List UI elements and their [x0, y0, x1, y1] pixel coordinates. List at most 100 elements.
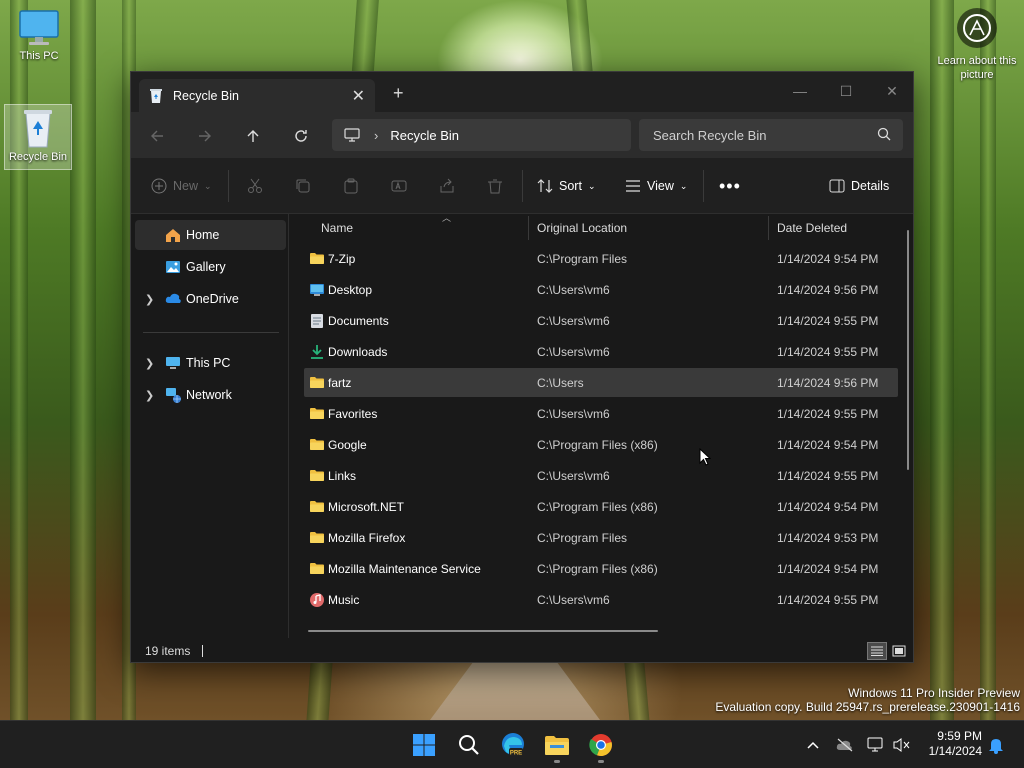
bell-icon [989, 739, 1003, 754]
volume-tray-icon[interactable] [892, 735, 912, 755]
file-name: Music [328, 592, 360, 607]
new-button[interactable]: New ⌄ [151, 174, 212, 198]
file-explorer-taskbar-button[interactable] [539, 727, 575, 763]
sidebar-item-label: Home [186, 228, 220, 242]
details-button-label: Details [851, 179, 890, 193]
file-row[interactable]: Favorites C:\Users\vm6 1/14/2024 9:55 PM [304, 399, 898, 428]
file-row[interactable]: Links C:\Users\vm6 1/14/2024 9:55 PM [304, 461, 898, 490]
learn-about-picture-button[interactable]: Learn about this picture [934, 8, 1020, 82]
more-options-button[interactable]: ••• [719, 174, 741, 198]
large-icons-view-toggle[interactable] [889, 642, 909, 660]
title-bar: Recycle Bin ✕ + — ☐ ✕ [131, 72, 913, 112]
rename-button[interactable] [391, 174, 407, 198]
file-row[interactable]: Documents C:\Users\vm6 1/14/2024 9:55 PM [304, 306, 898, 335]
maximize-button[interactable]: ☐ [823, 78, 869, 104]
paste-button[interactable] [343, 174, 359, 198]
navigation-bar: › Recycle Bin [131, 112, 913, 158]
chevron-right-icon[interactable]: ❯ [145, 357, 154, 370]
chevron-up-icon [807, 741, 819, 749]
file-row[interactable]: Mozilla Firefox C:\Program Files 1/14/2024… [304, 523, 898, 552]
file-explorer-icon [545, 736, 569, 755]
sidebar-item-this-pc[interactable]: ❯ This PC [135, 348, 286, 378]
delete-button[interactable] [487, 174, 503, 198]
sidebar-item-home[interactable]: Home [135, 220, 286, 250]
network-tray-icon[interactable] [866, 735, 886, 755]
file-original-location: C:\Users\vm6 [537, 344, 610, 359]
sidebar-item-onedrive[interactable]: ❯ OneDrive [135, 284, 286, 314]
sidebar-item-label: OneDrive [186, 292, 239, 306]
sort-ascending-icon: ︿ [442, 213, 452, 223]
close-window-button[interactable]: ✕ [869, 78, 913, 104]
separator [703, 170, 704, 202]
search-input[interactable] [653, 127, 863, 143]
vertical-scrollbar[interactable] [907, 230, 909, 470]
file-name: Desktop [328, 282, 373, 297]
sidebar-item-network[interactable]: ❯ Network [135, 380, 286, 410]
folder-icon [310, 377, 324, 388]
search-taskbar-button[interactable] [451, 727, 487, 763]
share-icon [440, 178, 454, 193]
camera-icon [957, 8, 997, 48]
edge-taskbar-button[interactable]: PRE [495, 727, 531, 763]
address-bar[interactable]: › Recycle Bin [332, 119, 631, 151]
file-date-deleted: 1/14/2024 9:55 PM [777, 406, 879, 421]
file-name: Google [328, 437, 367, 452]
column-divider[interactable] [768, 216, 769, 240]
file-date-deleted: 1/14/2024 9:53 PM [777, 530, 879, 545]
ellipsis-icon: ••• [719, 175, 741, 196]
file-row[interactable]: Downloads C:\Users\vm6 1/14/2024 9:55 PM [304, 337, 898, 366]
file-name: Microsoft.NET [328, 499, 405, 514]
large-icons-view-icon [892, 645, 906, 657]
show-hidden-icons-button[interactable] [803, 735, 823, 755]
file-date-deleted: 1/14/2024 9:56 PM [777, 282, 879, 297]
desktop-icon-recycle-bin[interactable]: Recycle Bin [4, 104, 72, 170]
recycle-bin-icon [150, 88, 162, 103]
file-row[interactable]: fartz C:\Users 1/14/2024 9:56 PM [304, 368, 898, 397]
details-view-toggle[interactable] [867, 642, 887, 660]
copy-button[interactable] [295, 174, 311, 198]
notifications-button[interactable] [986, 735, 1006, 755]
column-header-name[interactable]: ︿ Name [314, 213, 528, 242]
minimize-button[interactable]: — [777, 78, 823, 104]
back-button[interactable] [143, 122, 171, 150]
start-button[interactable] [406, 727, 442, 763]
item-count: 19 items [145, 644, 191, 658]
folder-icon [310, 501, 324, 512]
column-divider[interactable] [528, 216, 529, 240]
up-button[interactable] [239, 122, 267, 150]
clock[interactable]: 9:59 PM 1/14/2024 [929, 729, 982, 759]
breadcrumb[interactable]: Recycle Bin [390, 128, 459, 143]
file-row[interactable]: Microsoft.NET C:\Program Files (x86) 1/14/… [304, 492, 898, 521]
forward-button[interactable] [191, 122, 219, 150]
sort-button[interactable]: Sort ⌄ [537, 174, 595, 198]
column-header-date-deleted[interactable]: Date Deleted [770, 214, 910, 242]
chevron-right-icon[interactable]: ❯ [145, 293, 154, 306]
file-date-deleted: 1/14/2024 9:54 PM [777, 437, 879, 452]
file-row[interactable]: Mozilla Maintenance Service C:\Program Fi… [304, 554, 898, 583]
file-row[interactable]: Music C:\Users\vm6 1/14/2024 9:55 PM [304, 585, 898, 614]
details-button[interactable]: Details [829, 174, 889, 198]
cut-button[interactable] [247, 174, 263, 198]
search-icon [877, 127, 891, 141]
share-button[interactable] [439, 174, 455, 198]
chrome-taskbar-button[interactable] [583, 727, 619, 763]
file-row[interactable]: 7-Zip C:\Program Files 1/14/2024 9:54 PM [304, 244, 898, 273]
chevron-right-icon[interactable]: ❯ [145, 389, 154, 402]
file-row[interactable]: Desktop C:\Users\vm6 1/14/2024 9:56 PM [304, 275, 898, 304]
sidebar-item-gallery[interactable]: Gallery [135, 252, 286, 282]
search-box[interactable] [639, 119, 903, 151]
horizontal-scrollbar[interactable] [308, 630, 658, 632]
computer-icon [19, 10, 59, 45]
scissors-icon [248, 178, 262, 193]
file-row[interactable]: Google C:\Program Files (x86) 1/14/2024 9:… [304, 430, 898, 459]
desktop-icon-this-pc[interactable]: This PC [5, 8, 73, 62]
new-tab-button[interactable]: + [393, 83, 404, 104]
close-tab-icon[interactable]: ✕ [352, 86, 365, 106]
refresh-button[interactable] [287, 122, 315, 150]
network-icon [166, 388, 181, 403]
column-header-original-location[interactable]: Original Location [530, 214, 768, 242]
tab-recycle-bin[interactable]: Recycle Bin ✕ [139, 79, 375, 112]
sidebar-item-label: Network [186, 388, 232, 402]
onedrive-tray-icon[interactable] [835, 735, 855, 755]
view-button[interactable]: View ⌄ [625, 174, 687, 198]
